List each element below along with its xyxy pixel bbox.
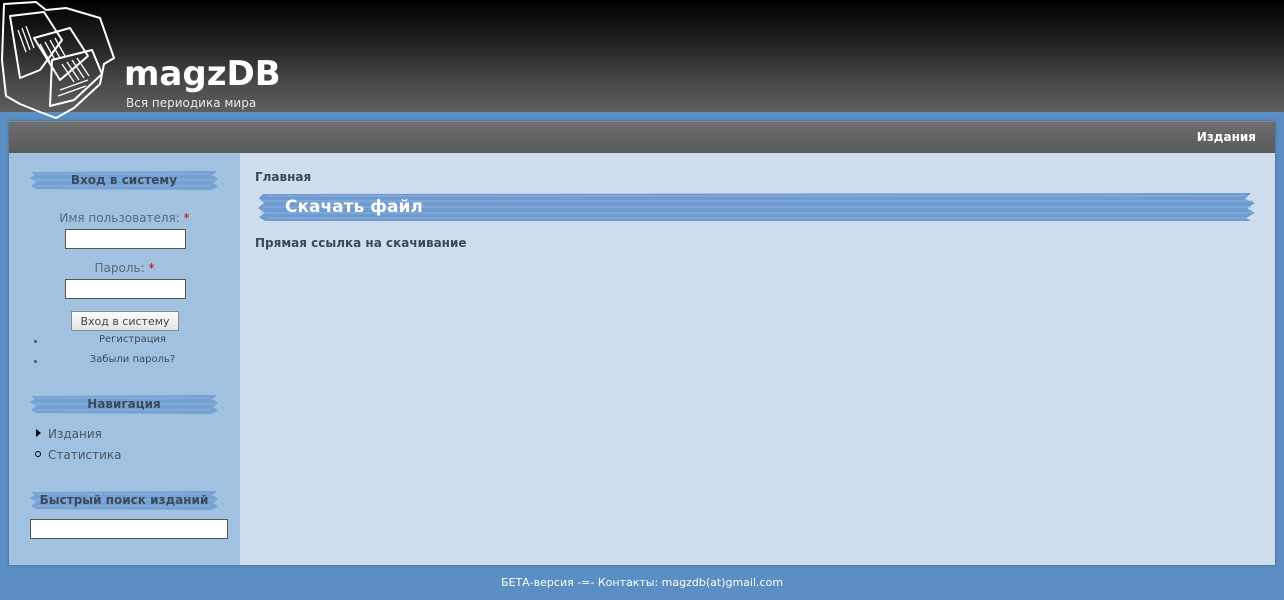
site-name[interactable]: magzDB: [124, 54, 281, 94]
register-link[interactable]: Регистрация: [9, 334, 256, 345]
page-wrapper: Издания Вход в систему Имя пользователя:…: [9, 121, 1275, 565]
password-label: Пароль: *: [94, 261, 155, 275]
login-button[interactable]: Вход в систему: [71, 311, 179, 331]
username-input[interactable]: [65, 229, 186, 249]
site-slogan: Вся периодика мира: [126, 96, 257, 110]
direct-download-link[interactable]: Прямая ссылка на скачивание: [255, 236, 467, 250]
password-input[interactable]: [65, 279, 186, 299]
required-mark: *: [148, 261, 155, 275]
sidebar-item-editions[interactable]: Издания: [48, 427, 102, 441]
sidebar-item-statistics[interactable]: Статистика: [48, 448, 122, 462]
username-label: Имя пользователя: *: [59, 211, 190, 225]
search-block-title: Быстрый поиск изданий: [29, 488, 219, 512]
footer-text: БЕТА-версия -=- Контакты: magzdb(at)gmai…: [500, 576, 784, 589]
breadcrumb[interactable]: Главная: [255, 170, 311, 184]
navigation-block-title: Навигация: [29, 392, 219, 416]
quick-search-input[interactable]: [30, 519, 228, 539]
page-title-band: Скачать файл: [257, 191, 1257, 223]
arrow-right-icon: [36, 429, 41, 437]
primary-navbar: Издания: [9, 121, 1275, 153]
page-title: Скачать файл: [285, 197, 423, 217]
main-content: Главная Скачать файл Прямая ссылка на ск…: [240, 153, 1275, 565]
circle-bullet-icon: [35, 451, 41, 457]
required-mark: *: [183, 211, 190, 225]
newspaper-logo-icon[interactable]: [0, 0, 118, 122]
forgot-password-link[interactable]: Забыли пароль?: [9, 354, 256, 365]
login-block-title: Вход в систему: [29, 168, 219, 192]
navbar-item-editions[interactable]: Издания: [1197, 130, 1256, 144]
sidebar: Вход в систему Имя пользователя: * Парол…: [9, 153, 240, 565]
